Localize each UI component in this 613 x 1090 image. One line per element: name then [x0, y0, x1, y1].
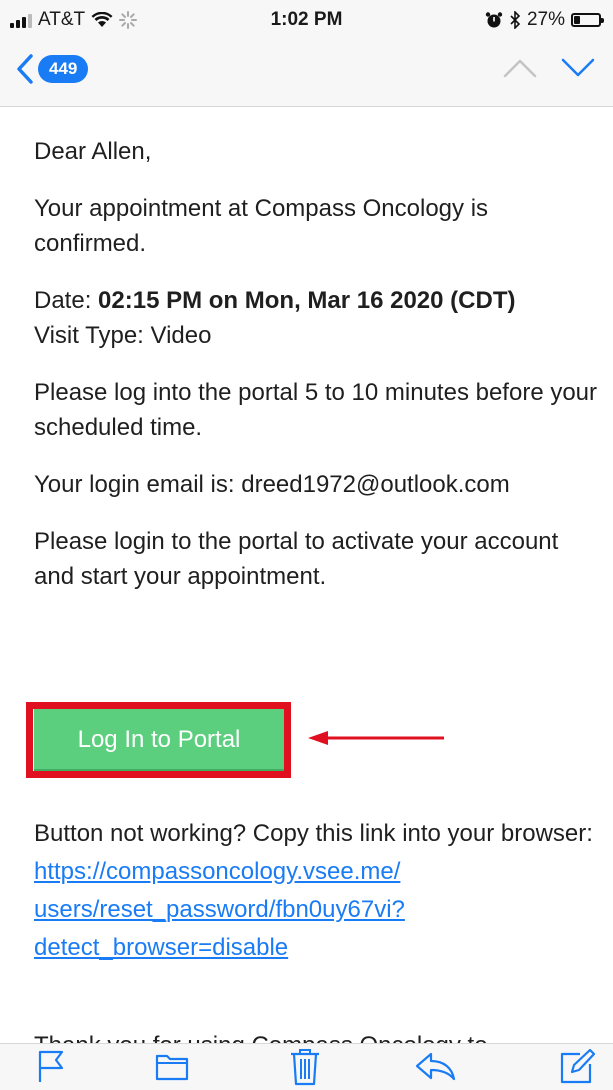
folder-icon[interactable]: [154, 1048, 190, 1084]
alarm-icon: [485, 12, 503, 28]
unread-count-badge: 449: [38, 55, 89, 83]
bottom-toolbar: [0, 1043, 613, 1090]
message-nav-arrows: [503, 58, 595, 78]
link-intro: Button not working? Copy this link into …: [34, 820, 593, 847]
date-label: Date:: [34, 287, 92, 314]
date-line: Date: 02:15 PM on Mon, Mar 16 2020 (CDT): [34, 283, 599, 318]
log-in-to-portal-button[interactable]: Log In to Portal: [34, 709, 284, 771]
login-email-text: Your login email is: dreed1972@outlook.c…: [34, 471, 510, 498]
red-arrow-annotation: [308, 731, 444, 745]
portal-link-part-2[interactable]: users/reset_password/fbn0uy67vi?: [34, 896, 405, 923]
chevron-left-icon: [17, 54, 33, 84]
chevron-down-icon[interactable]: [561, 58, 595, 78]
visit-type: Visit Type: Video: [34, 322, 212, 349]
clipped-next-line: Thank you for using Compass Oncology to: [34, 1028, 594, 1043]
trash-icon[interactable]: [289, 1048, 321, 1086]
back-button[interactable]: 449: [16, 54, 89, 84]
fallback-link-paragraph: Button not working? Copy this link into …: [34, 815, 594, 967]
status-right: 27%: [485, 9, 604, 31]
chevron-up-icon[interactable]: [503, 58, 537, 78]
date-value: 02:15 PM on Mon, Mar 16 2020 (CDT): [98, 287, 516, 314]
flag-icon[interactable]: [36, 1048, 66, 1084]
status-bar: AT&T 1:02 PM 27%: [0, 0, 613, 40]
confirmation-text: Your appointment at Compass Oncology is …: [34, 195, 489, 257]
reply-icon[interactable]: [413, 1048, 457, 1084]
greeting: Dear Allen,: [34, 138, 152, 165]
email-body: Dear Allen, Your appointment at Compass …: [34, 106, 599, 594]
portal-link-part-3[interactable]: detect_browser=disable: [34, 934, 288, 961]
activate-text: Please login to the portal to activate y…: [34, 528, 559, 590]
battery-percent: 27%: [526, 9, 565, 30]
battery-icon: [571, 13, 604, 27]
instruction-text: Please log into the portal 5 to 10 minut…: [34, 379, 598, 441]
clipped-text: Thank you for using Compass Oncology to: [34, 1028, 594, 1043]
mail-nav-bar: 449: [0, 40, 613, 107]
bluetooth-icon: [510, 11, 521, 29]
compose-icon[interactable]: [558, 1048, 596, 1086]
portal-link-part-1[interactable]: https://compassoncology.vsee.me/: [34, 858, 400, 885]
